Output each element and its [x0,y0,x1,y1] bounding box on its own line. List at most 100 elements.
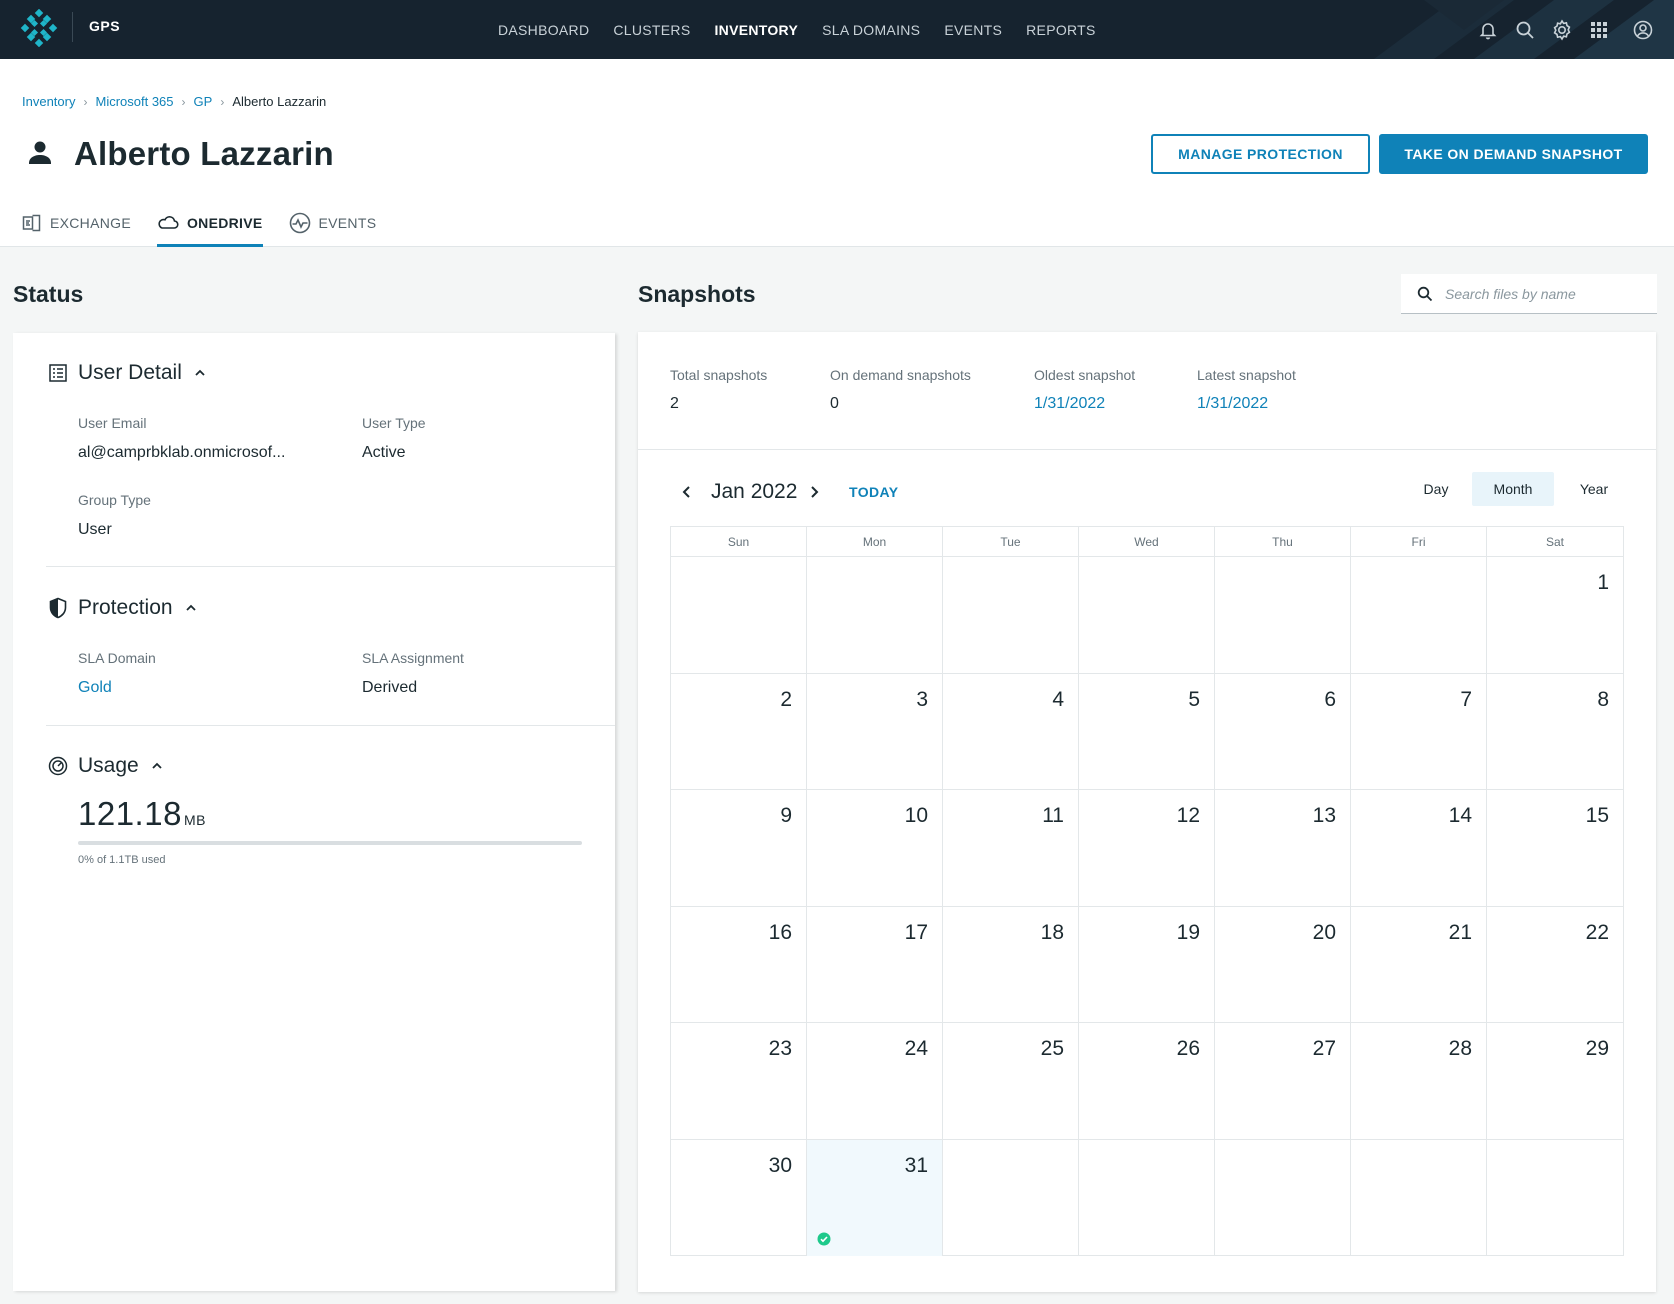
tab-onedrive[interactable]: ONEDRIVE [156,199,263,247]
account-icon[interactable] [1632,19,1654,41]
calendar-day-cell[interactable]: 1 [1487,557,1623,674]
view-year-button[interactable]: Year [1562,472,1626,506]
tab-events[interactable]: EVENTS [289,199,377,247]
brand-name[interactable]: GPS [89,18,120,34]
chevron-right-icon[interactable] [805,482,823,502]
person-icon [29,141,51,164]
chevron-up-icon[interactable] [151,760,163,772]
latest-snapshot-label: Latest snapshot [1197,367,1296,383]
snapshots-card: Total snapshots 2 On demand snapshots 0 … [638,332,1656,1292]
nav-inventory[interactable]: INVENTORY [714,22,798,38]
calendar-day-cell[interactable]: 9 [671,790,807,907]
calendar-day-cell[interactable]: 27 [1215,1023,1351,1140]
on-demand-snapshots-value: 0 [830,395,839,412]
calendar-day-cell[interactable]: 13 [1215,790,1351,907]
calendar-day-cell[interactable]: 5 [1079,673,1215,790]
calendar-day-number: 31 [904,1153,928,1177]
breadcrumb-inventory[interactable]: Inventory [22,94,75,109]
calendar-day-cell[interactable]: 30 [671,1139,807,1256]
calendar-day-cell[interactable]: 17 [807,906,943,1023]
calendar-day-cell[interactable]: 6 [1215,673,1351,790]
weekday-header-row: Sun Mon Tue Wed Thu Fri Sat [671,527,1623,557]
view-month-button[interactable]: Month [1472,472,1554,506]
breadcrumb-microsoft-365[interactable]: Microsoft 365 [95,94,173,109]
calendar-day-cell [1487,1140,1623,1257]
today-button[interactable]: TODAY [849,484,898,500]
snapshot-check-icon[interactable] [817,1232,831,1246]
calendar-day-cell[interactable]: 14 [1351,790,1487,907]
chevron-up-icon[interactable] [194,367,206,379]
weekday-label: Wed [1079,527,1215,557]
tab-exchange[interactable]: EXCHANGE [22,199,131,247]
tab-label: ONEDRIVE [186,215,263,231]
calendar-day-cell[interactable]: 18 [943,906,1079,1023]
sla-domain-link[interactable]: Gold [78,679,112,697]
search-icon[interactable] [1514,19,1536,41]
apps-grid-icon[interactable] [1588,19,1610,41]
calendar-day-cell[interactable]: 19 [1079,906,1215,1023]
calendar-day-cell[interactable]: 25 [943,1023,1079,1140]
search-icon [1417,286,1433,301]
calendar-day-cell[interactable]: 10 [807,790,943,907]
usage-header[interactable]: Usage [48,754,163,778]
chevron-up-icon[interactable] [185,602,197,614]
calendar-day-cell[interactable]: 3 [807,673,943,790]
calendar-day-cell[interactable]: 8 [1487,674,1623,790]
calendar-day-number: 23 [768,1037,792,1060]
calendar-day-cell[interactable]: 7 [1351,673,1487,790]
weekday-label: Sat [1545,535,1564,549]
calendar-day-number: 19 [1176,920,1200,944]
gauge-icon [48,756,68,776]
file-search-box[interactable] [1401,274,1657,314]
chevron-right-icon: › [83,94,88,109]
rubrik-logo-icon[interactable] [20,9,58,47]
oldest-snapshot-link[interactable]: 1/31/2022 [1034,395,1105,413]
calendar-day-cell[interactable]: 16 [671,906,807,1023]
usage-heading: Usage [78,754,139,777]
gear-icon[interactable] [1551,18,1573,41]
weekday-label: Mon [807,527,943,557]
calendar-day-cell[interactable]: 2 [671,673,807,790]
oldest-snapshot-label: Oldest snapshot [1034,367,1136,383]
calendar-day-number: 26 [1176,1037,1200,1060]
usage-value: 121.18 MB [78,795,206,833]
page-title: Alberto Lazzarin [74,135,334,172]
view-day-button[interactable]: Day [1408,472,1464,506]
latest-snapshot-link[interactable]: 1/31/2022 [1197,395,1268,413]
calendar-day-cell[interactable]: 23 [671,1023,807,1140]
nav-clusters[interactable]: CLUSTERS [613,22,690,38]
calendar-grid: Sun Mon Tue Wed Thu Fri Sat 1 2 3 4 5 6 7 8 9 10 11 12 13 1… [670,526,1624,1256]
protection-heading: Protection [78,596,173,619]
chevron-left-icon[interactable] [678,482,696,502]
user-type-label: User Type [362,415,426,431]
calendar-day-cell[interactable]: 26 [1079,1023,1215,1140]
usage-number: 121.18 [78,795,182,832]
user-email-label: User Email [78,415,147,431]
protection-header[interactable]: Protection [48,596,197,620]
calendar-day-cell[interactable]: 24 [807,1023,943,1140]
file-search-input[interactable] [1445,285,1645,302]
calendar-day-number: 11 [1042,804,1064,827]
breadcrumb-gp[interactable]: GP [194,94,213,109]
calendar-day-cell[interactable]: 4 [943,673,1079,790]
calendar-day-cell[interactable]: 20 [1215,906,1351,1023]
calendar-day-number: 24 [904,1037,928,1060]
calendar-day-cell[interactable]: 15 [1487,790,1623,907]
calendar-day-cell[interactable]: 22 [1487,907,1623,1023]
nav-dashboard[interactable]: DASHBOARD [498,22,589,38]
calendar-day-number: 5 [1188,687,1200,711]
calendar-day-cell[interactable]: 31 [807,1139,943,1256]
manage-protection-button[interactable]: MANAGE PROTECTION [1151,134,1370,174]
snapshot-stats: Total snapshots 2 On demand snapshots 0 … [638,332,1656,450]
calendar-day-cell[interactable]: 28 [1351,1023,1487,1140]
take-on-demand-snapshot-button[interactable]: TAKE ON DEMAND SNAPSHOT [1379,134,1648,174]
user-detail-header[interactable]: User Detail [48,361,206,385]
nav-sla-domains[interactable]: SLA DOMAINS [822,22,920,38]
calendar-day-cell[interactable]: 21 [1351,906,1487,1023]
calendar-day-cell[interactable]: 29 [1487,1023,1623,1140]
nav-events[interactable]: EVENTS [944,22,1002,38]
bell-icon[interactable] [1477,19,1499,41]
nav-reports[interactable]: REPORTS [1026,22,1096,38]
calendar-day-cell[interactable]: 11 [943,790,1079,907]
calendar-day-cell[interactable]: 12 [1079,790,1215,907]
